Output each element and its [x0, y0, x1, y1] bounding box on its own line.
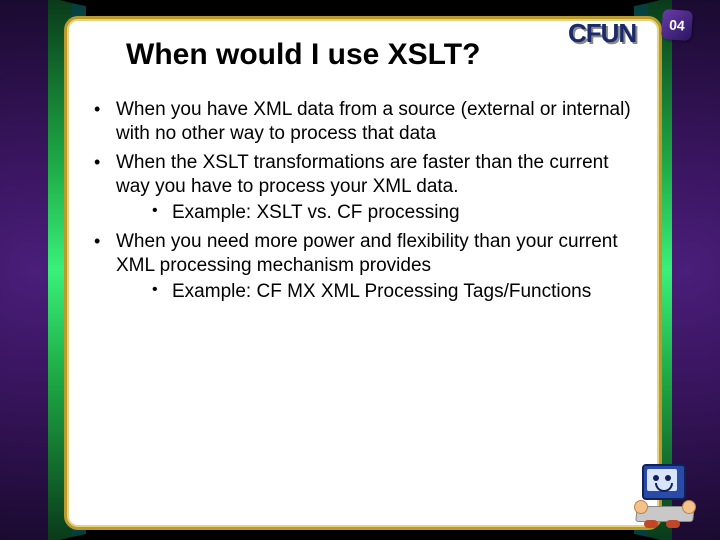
sub-bullet-text: Example: XSLT vs. CF processing: [172, 202, 460, 223]
slide-content: When would I use XSLT? When you have XML…: [86, 30, 636, 500]
bullet-text: When you need more power and flexibility…: [116, 231, 618, 276]
list-item: Example: CF MX XML Processing Tags/Funct…: [150, 280, 636, 304]
bullet-text: When the XSLT transformations are faster…: [116, 152, 609, 197]
slide-title: When would I use XSLT?: [126, 38, 636, 72]
list-item: When the XSLT transformations are faster…: [88, 151, 636, 226]
mascot-icon: [636, 458, 702, 524]
deco-left: [0, 0, 70, 540]
list-item: Example: XSLT vs. CF processing: [150, 201, 636, 225]
logo-badge: 04: [661, 9, 693, 41]
sub-bullet-list: Example: CF MX XML Processing Tags/Funct…: [150, 280, 636, 304]
bullet-list: When you have XML data from a source (ex…: [88, 98, 636, 305]
bullet-text: When you have XML data from a source (ex…: [116, 99, 631, 144]
list-item: When you have XML data from a source (ex…: [88, 98, 636, 147]
list-item: When you need more power and flexibility…: [88, 230, 636, 305]
sub-bullet-text: Example: CF MX XML Processing Tags/Funct…: [172, 281, 591, 302]
sub-bullet-list: Example: XSLT vs. CF processing: [150, 201, 636, 225]
slide-canvas: CFUN CFUN 04 When would I use XSLT? When…: [0, 0, 720, 540]
